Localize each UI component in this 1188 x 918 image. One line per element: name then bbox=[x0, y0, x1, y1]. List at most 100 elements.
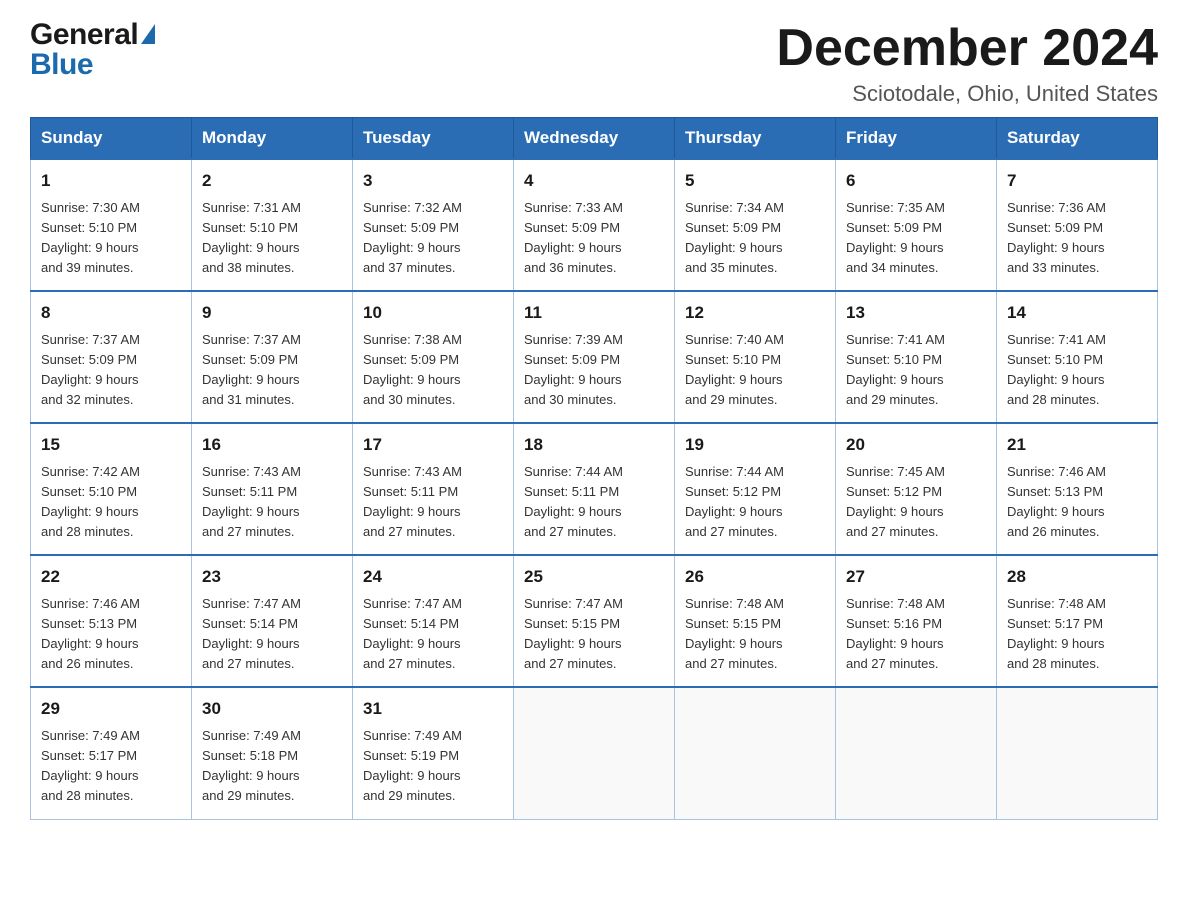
day-number: 17 bbox=[363, 432, 503, 458]
calendar-cell: 30 Sunrise: 7:49 AM Sunset: 5:18 PM Dayl… bbox=[192, 687, 353, 819]
day-info: Sunrise: 7:44 AM Sunset: 5:11 PM Dayligh… bbox=[524, 462, 664, 543]
day-info: Sunrise: 7:30 AM Sunset: 5:10 PM Dayligh… bbox=[41, 198, 181, 279]
calendar-cell: 7 Sunrise: 7:36 AM Sunset: 5:09 PM Dayli… bbox=[997, 159, 1158, 291]
day-number: 13 bbox=[846, 300, 986, 326]
day-number: 29 bbox=[41, 696, 181, 722]
calendar-cell: 14 Sunrise: 7:41 AM Sunset: 5:10 PM Dayl… bbox=[997, 291, 1158, 423]
day-info: Sunrise: 7:48 AM Sunset: 5:15 PM Dayligh… bbox=[685, 594, 825, 675]
day-number: 5 bbox=[685, 168, 825, 194]
day-info: Sunrise: 7:48 AM Sunset: 5:17 PM Dayligh… bbox=[1007, 594, 1147, 675]
calendar-cell: 12 Sunrise: 7:40 AM Sunset: 5:10 PM Dayl… bbox=[675, 291, 836, 423]
calendar-cell: 2 Sunrise: 7:31 AM Sunset: 5:10 PM Dayli… bbox=[192, 159, 353, 291]
calendar-cell: 3 Sunrise: 7:32 AM Sunset: 5:09 PM Dayli… bbox=[353, 159, 514, 291]
day-number: 2 bbox=[202, 168, 342, 194]
day-info: Sunrise: 7:42 AM Sunset: 5:10 PM Dayligh… bbox=[41, 462, 181, 543]
day-info: Sunrise: 7:39 AM Sunset: 5:09 PM Dayligh… bbox=[524, 330, 664, 411]
day-number: 3 bbox=[363, 168, 503, 194]
day-info: Sunrise: 7:46 AM Sunset: 5:13 PM Dayligh… bbox=[41, 594, 181, 675]
day-number: 1 bbox=[41, 168, 181, 194]
day-info: Sunrise: 7:38 AM Sunset: 5:09 PM Dayligh… bbox=[363, 330, 503, 411]
day-info: Sunrise: 7:34 AM Sunset: 5:09 PM Dayligh… bbox=[685, 198, 825, 279]
calendar-cell: 8 Sunrise: 7:37 AM Sunset: 5:09 PM Dayli… bbox=[31, 291, 192, 423]
calendar-cell: 26 Sunrise: 7:48 AM Sunset: 5:15 PM Dayl… bbox=[675, 555, 836, 687]
week-row-5: 29 Sunrise: 7:49 AM Sunset: 5:17 PM Dayl… bbox=[31, 687, 1158, 819]
col-saturday: Saturday bbox=[997, 118, 1158, 160]
col-sunday: Sunday bbox=[31, 118, 192, 160]
week-row-4: 22 Sunrise: 7:46 AM Sunset: 5:13 PM Dayl… bbox=[31, 555, 1158, 687]
day-info: Sunrise: 7:40 AM Sunset: 5:10 PM Dayligh… bbox=[685, 330, 825, 411]
calendar-cell: 24 Sunrise: 7:47 AM Sunset: 5:14 PM Dayl… bbox=[353, 555, 514, 687]
calendar-table: Sunday Monday Tuesday Wednesday Thursday… bbox=[30, 117, 1158, 819]
day-number: 18 bbox=[524, 432, 664, 458]
day-info: Sunrise: 7:49 AM Sunset: 5:17 PM Dayligh… bbox=[41, 726, 181, 807]
day-number: 4 bbox=[524, 168, 664, 194]
day-info: Sunrise: 7:45 AM Sunset: 5:12 PM Dayligh… bbox=[846, 462, 986, 543]
day-number: 14 bbox=[1007, 300, 1147, 326]
calendar-cell: 10 Sunrise: 7:38 AM Sunset: 5:09 PM Dayl… bbox=[353, 291, 514, 423]
day-number: 22 bbox=[41, 564, 181, 590]
day-number: 15 bbox=[41, 432, 181, 458]
calendar-cell bbox=[675, 687, 836, 819]
calendar-body: 1 Sunrise: 7:30 AM Sunset: 5:10 PM Dayli… bbox=[31, 159, 1158, 819]
week-row-1: 1 Sunrise: 7:30 AM Sunset: 5:10 PM Dayli… bbox=[31, 159, 1158, 291]
day-number: 19 bbox=[685, 432, 825, 458]
day-info: Sunrise: 7:36 AM Sunset: 5:09 PM Dayligh… bbox=[1007, 198, 1147, 279]
page-header: General Blue December 2024 Sciotodale, O… bbox=[30, 20, 1158, 107]
week-row-2: 8 Sunrise: 7:37 AM Sunset: 5:09 PM Dayli… bbox=[31, 291, 1158, 423]
calendar-cell: 28 Sunrise: 7:48 AM Sunset: 5:17 PM Dayl… bbox=[997, 555, 1158, 687]
col-wednesday: Wednesday bbox=[514, 118, 675, 160]
day-info: Sunrise: 7:47 AM Sunset: 5:14 PM Dayligh… bbox=[363, 594, 503, 675]
day-info: Sunrise: 7:49 AM Sunset: 5:19 PM Dayligh… bbox=[363, 726, 503, 807]
logo-blue-text: Blue bbox=[30, 50, 155, 80]
col-thursday: Thursday bbox=[675, 118, 836, 160]
day-number: 24 bbox=[363, 564, 503, 590]
calendar-cell bbox=[514, 687, 675, 819]
day-info: Sunrise: 7:47 AM Sunset: 5:14 PM Dayligh… bbox=[202, 594, 342, 675]
calendar-cell: 6 Sunrise: 7:35 AM Sunset: 5:09 PM Dayli… bbox=[836, 159, 997, 291]
calendar-cell: 17 Sunrise: 7:43 AM Sunset: 5:11 PM Dayl… bbox=[353, 423, 514, 555]
day-info: Sunrise: 7:31 AM Sunset: 5:10 PM Dayligh… bbox=[202, 198, 342, 279]
day-number: 6 bbox=[846, 168, 986, 194]
day-info: Sunrise: 7:41 AM Sunset: 5:10 PM Dayligh… bbox=[1007, 330, 1147, 411]
day-number: 31 bbox=[363, 696, 503, 722]
day-info: Sunrise: 7:46 AM Sunset: 5:13 PM Dayligh… bbox=[1007, 462, 1147, 543]
calendar-cell: 5 Sunrise: 7:34 AM Sunset: 5:09 PM Dayli… bbox=[675, 159, 836, 291]
week-row-3: 15 Sunrise: 7:42 AM Sunset: 5:10 PM Dayl… bbox=[31, 423, 1158, 555]
day-info: Sunrise: 7:41 AM Sunset: 5:10 PM Dayligh… bbox=[846, 330, 986, 411]
header-row: Sunday Monday Tuesday Wednesday Thursday… bbox=[31, 118, 1158, 160]
col-friday: Friday bbox=[836, 118, 997, 160]
day-number: 21 bbox=[1007, 432, 1147, 458]
day-info: Sunrise: 7:35 AM Sunset: 5:09 PM Dayligh… bbox=[846, 198, 986, 279]
calendar-cell: 18 Sunrise: 7:44 AM Sunset: 5:11 PM Dayl… bbox=[514, 423, 675, 555]
calendar-cell: 21 Sunrise: 7:46 AM Sunset: 5:13 PM Dayl… bbox=[997, 423, 1158, 555]
day-info: Sunrise: 7:33 AM Sunset: 5:09 PM Dayligh… bbox=[524, 198, 664, 279]
calendar-header: Sunday Monday Tuesday Wednesday Thursday… bbox=[31, 118, 1158, 160]
title-area: December 2024 Sciotodale, Ohio, United S… bbox=[776, 20, 1158, 107]
day-number: 25 bbox=[524, 564, 664, 590]
day-info: Sunrise: 7:44 AM Sunset: 5:12 PM Dayligh… bbox=[685, 462, 825, 543]
day-number: 10 bbox=[363, 300, 503, 326]
day-info: Sunrise: 7:37 AM Sunset: 5:09 PM Dayligh… bbox=[202, 330, 342, 411]
day-info: Sunrise: 7:32 AM Sunset: 5:09 PM Dayligh… bbox=[363, 198, 503, 279]
calendar-cell: 15 Sunrise: 7:42 AM Sunset: 5:10 PM Dayl… bbox=[31, 423, 192, 555]
day-info: Sunrise: 7:43 AM Sunset: 5:11 PM Dayligh… bbox=[202, 462, 342, 543]
calendar-cell: 27 Sunrise: 7:48 AM Sunset: 5:16 PM Dayl… bbox=[836, 555, 997, 687]
day-number: 30 bbox=[202, 696, 342, 722]
calendar-cell: 4 Sunrise: 7:33 AM Sunset: 5:09 PM Dayli… bbox=[514, 159, 675, 291]
calendar-cell: 23 Sunrise: 7:47 AM Sunset: 5:14 PM Dayl… bbox=[192, 555, 353, 687]
col-monday: Monday bbox=[192, 118, 353, 160]
calendar-cell: 20 Sunrise: 7:45 AM Sunset: 5:12 PM Dayl… bbox=[836, 423, 997, 555]
calendar-cell: 11 Sunrise: 7:39 AM Sunset: 5:09 PM Dayl… bbox=[514, 291, 675, 423]
day-number: 23 bbox=[202, 564, 342, 590]
day-info: Sunrise: 7:47 AM Sunset: 5:15 PM Dayligh… bbox=[524, 594, 664, 675]
day-number: 20 bbox=[846, 432, 986, 458]
calendar-cell: 29 Sunrise: 7:49 AM Sunset: 5:17 PM Dayl… bbox=[31, 687, 192, 819]
day-number: 28 bbox=[1007, 564, 1147, 590]
calendar-cell: 13 Sunrise: 7:41 AM Sunset: 5:10 PM Dayl… bbox=[836, 291, 997, 423]
calendar-cell: 9 Sunrise: 7:37 AM Sunset: 5:09 PM Dayli… bbox=[192, 291, 353, 423]
calendar-cell: 19 Sunrise: 7:44 AM Sunset: 5:12 PM Dayl… bbox=[675, 423, 836, 555]
calendar-cell bbox=[836, 687, 997, 819]
day-number: 7 bbox=[1007, 168, 1147, 194]
day-number: 9 bbox=[202, 300, 342, 326]
day-number: 8 bbox=[41, 300, 181, 326]
